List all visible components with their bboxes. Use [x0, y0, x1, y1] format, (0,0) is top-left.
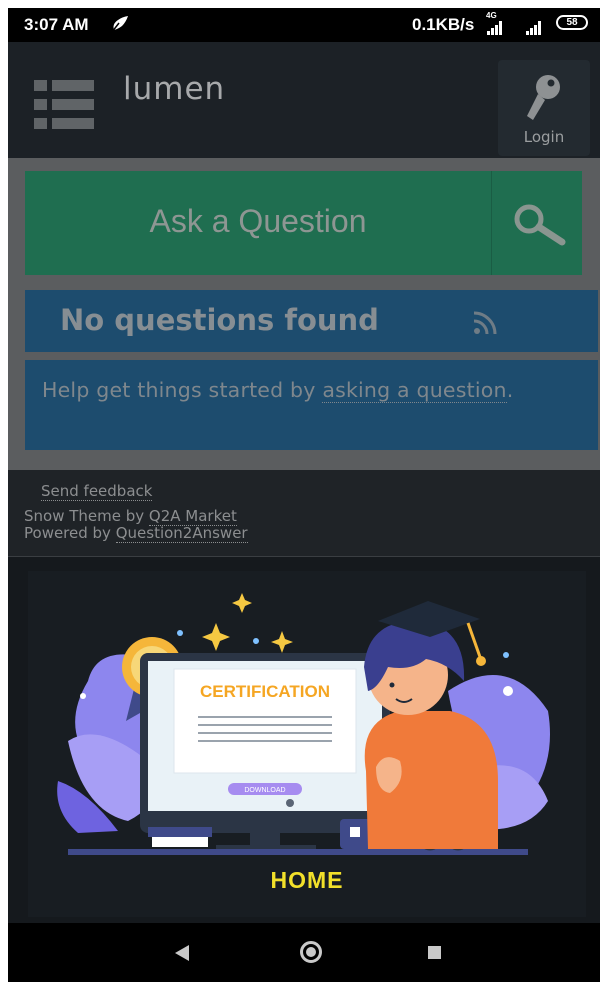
questions-heading-bar: No questions found: [25, 290, 598, 352]
theme-credit: Snow Theme by Q2A Market: [24, 507, 237, 526]
send-feedback-link[interactable]: Send feedback: [41, 482, 153, 501]
status-bar: 3:07 AM 0.1KB/s 4G 58: [8, 8, 600, 42]
download-label: DOWNLOAD: [244, 787, 285, 794]
help-text: Help get things started by asking a ques…: [42, 378, 514, 403]
powered-by-credit: Powered by Question2Answer: [24, 524, 248, 543]
recents-square-icon[interactable]: [428, 946, 441, 959]
signal-icon-2: [526, 15, 542, 35]
app-header: lumen Login: [8, 42, 600, 158]
home-banner[interactable]: CERTIFICATION DOWNLOAD HOME: [8, 557, 600, 923]
banner-caption: HOME: [270, 867, 344, 893]
ask-question-button[interactable]: Ask a Question: [25, 171, 491, 275]
search-icon: [514, 204, 566, 246]
login-label: Login: [523, 128, 565, 146]
battery-level: 58: [566, 17, 578, 28]
ask-question-link[interactable]: asking a question: [322, 378, 507, 403]
menu-list-icon[interactable]: [34, 80, 94, 130]
main-content: Ask a Question No questions found Help g…: [8, 158, 600, 470]
search-button[interactable]: [491, 171, 582, 275]
help-message: Help get things started by asking a ques…: [25, 360, 598, 450]
certificate-title: CERTIFICATION: [200, 682, 330, 701]
system-nav-bar: [8, 923, 600, 982]
home-circle-icon[interactable]: [300, 941, 322, 963]
phone-screen: 3:07 AM 0.1KB/s 4G 58 lumen Login Ask a …: [8, 8, 600, 982]
site-logo[interactable]: lumen: [123, 71, 225, 107]
battery-icon: 58: [556, 15, 588, 30]
status-time: 3:07 AM: [24, 15, 89, 34]
key-icon: [527, 75, 560, 120]
rss-icon[interactable]: [472, 310, 498, 336]
network-speed: 0.1KB/s: [412, 15, 475, 34]
weather-icon: [110, 14, 130, 37]
powered-by-link[interactable]: Question2Answer: [115, 524, 248, 543]
banner-illustration: CERTIFICATION DOWNLOAD HOME: [28, 571, 586, 917]
signal-icon: [487, 15, 503, 35]
footer: Send feedback Snow Theme by Q2A Market P…: [8, 470, 600, 557]
certification-illustration: CERTIFICATION DOWNLOAD: [57, 593, 550, 855]
login-button[interactable]: Login: [498, 60, 590, 156]
page-title: No questions found: [60, 303, 379, 337]
back-triangle-icon[interactable]: [175, 945, 189, 961]
ask-question-label: Ask a Question: [149, 203, 367, 239]
